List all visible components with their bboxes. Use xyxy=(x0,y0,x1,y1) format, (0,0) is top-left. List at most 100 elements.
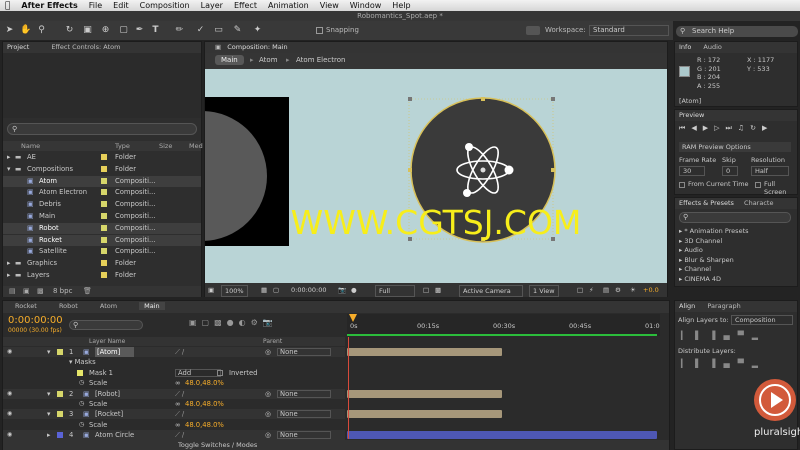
scale-value[interactable]: 48.0,48.0% xyxy=(185,378,224,388)
layer-label-color[interactable] xyxy=(57,349,63,355)
timeline-row-layer[interactable]: ◉ ▸ 4 ▣ Atom Circle ⟋ / ◎ None xyxy=(3,430,669,441)
mask-visibility-icon[interactable]: ▢ xyxy=(273,283,279,297)
effects-search-input[interactable]: ⚲ xyxy=(679,212,791,223)
timeline-search-input[interactable]: ⚲ xyxy=(69,320,143,330)
menu-window[interactable]: Window xyxy=(350,1,382,10)
parent-select[interactable]: None xyxy=(277,348,331,356)
effect-category-1[interactable]: ▸ 3D Channel xyxy=(679,237,797,247)
view-layout-select[interactable]: 1 View xyxy=(529,285,559,297)
constrain-proportions-icon[interactable]: ∞ xyxy=(175,399,181,409)
menu-composition[interactable]: Composition xyxy=(140,1,190,10)
workspace-toggle-icon[interactable] xyxy=(526,26,540,35)
work-area-bar[interactable] xyxy=(347,334,657,336)
disclosure-arrow-icon[interactable]: ▾ xyxy=(7,164,10,175)
audio-icon[interactable]: ♫ xyxy=(738,124,750,132)
lock-icon[interactable]: ▣ xyxy=(215,43,221,51)
mask-inverted-checkbox[interactable] xyxy=(217,369,223,376)
tab-character[interactable]: Characte xyxy=(744,199,773,207)
project-item-debris[interactable]: ▣ Debris Compositi... xyxy=(3,199,201,210)
col-parent[interactable]: Parent xyxy=(263,337,282,346)
label-color-swatch[interactable] xyxy=(101,213,107,219)
ram-preview-icon[interactable]: ▶ xyxy=(762,124,773,132)
timeline-row-prop[interactable]: ◷ Scale ∞ 48.0,48.0% xyxy=(3,399,669,409)
effect-category-2[interactable]: ▸ Audio xyxy=(679,246,797,256)
timeline-icon[interactable]: ▤ xyxy=(603,283,609,297)
layer-twirl-arrow-icon[interactable]: ▸ xyxy=(47,430,50,440)
layer-label-color[interactable] xyxy=(57,390,63,397)
stopwatch-icon[interactable]: ◷ xyxy=(79,399,84,409)
disclosure-arrow-icon[interactable]: ▸ xyxy=(7,258,10,269)
project-item-layers[interactable]: ▸ ▬ Layers Folder xyxy=(3,270,201,281)
project-item-main[interactable]: ▣ Main Compositi... xyxy=(3,211,201,222)
last-frame-icon[interactable]: ⏭ xyxy=(725,124,737,132)
exposure-icon[interactable]: ☀ xyxy=(630,283,636,297)
always-preview-icon[interactable]: ▣ xyxy=(208,283,214,297)
timeline-row-prop[interactable]: ◷ Scale ∞ 48.0,48.0% xyxy=(3,378,669,389)
label-color-swatch[interactable] xyxy=(101,201,107,208)
layer-name[interactable]: [Robot] xyxy=(95,389,120,399)
parent-pickwhip-icon[interactable]: ◎ xyxy=(265,389,271,399)
current-time-indicator[interactable] xyxy=(348,337,349,439)
stopwatch-icon[interactable]: ◷ xyxy=(79,378,84,388)
masks-group[interactable]: ▾ Masks xyxy=(69,357,96,367)
eraser-tool-icon[interactable]: ▭ xyxy=(213,25,224,36)
comp-flowchart-icon[interactable]: ⚙ xyxy=(615,283,621,297)
selection-tool-icon[interactable]: ➤ xyxy=(4,25,15,36)
project-item-graphics[interactable]: ▸ ▬ Graphics Folder xyxy=(3,258,201,269)
col-layer-name[interactable]: Layer Name xyxy=(89,337,125,346)
visibility-eye-icon[interactable]: ◉ xyxy=(7,347,12,357)
roto-tool-icon[interactable]: ✎ xyxy=(232,25,243,36)
clone-tool-icon[interactable]: ✓ xyxy=(195,25,206,36)
resolution-select[interactable]: Full xyxy=(375,285,415,297)
timeline-tab-main[interactable]: Main xyxy=(139,302,165,310)
effect-category-0[interactable]: ▸ * Animation Presets xyxy=(679,227,797,237)
pen-tool-icon[interactable]: ✒ xyxy=(134,25,145,36)
menu-layer[interactable]: Layer xyxy=(201,1,223,10)
project-item-atom-electron[interactable]: ▣ Atom Electron Compositi... xyxy=(3,187,201,198)
timeline-row-layer[interactable]: ◉ ▾ 3 ▣ [Rocket] ⟋ / ◎ None xyxy=(3,409,669,420)
col-name[interactable]: Name xyxy=(21,141,40,151)
fast-previews-icon[interactable]: ⚡ xyxy=(589,283,594,297)
layer-twirl-arrow-icon[interactable]: ▾ xyxy=(47,409,50,419)
interpret-footage-icon[interactable]: ▤ xyxy=(9,287,16,295)
tab-project[interactable]: Project xyxy=(7,43,29,51)
menu-file[interactable]: File xyxy=(89,1,102,10)
type-tool-icon[interactable]: T xyxy=(150,25,161,36)
label-color-swatch[interactable] xyxy=(101,248,107,255)
layer-switches[interactable]: ⟋ / xyxy=(175,389,184,399)
tab-align[interactable]: Align xyxy=(679,302,695,310)
scale-value[interactable]: 48.0,48.0% xyxy=(185,399,224,409)
layer-name[interactable]: Atom Circle xyxy=(95,430,134,440)
timeline-switch-icons[interactable]: ▣▢▩●◐⚙📷 xyxy=(189,318,278,327)
tab-composition-main[interactable]: Composition: Main xyxy=(227,43,287,51)
brush-tool-icon[interactable]: ✏ xyxy=(174,25,185,36)
camera-tool-icon[interactable]: ▣ xyxy=(82,25,93,36)
align-to-select[interactable]: Composition xyxy=(731,315,793,325)
constrain-proportions-icon[interactable]: ∞ xyxy=(175,420,181,430)
tab-effects-presets[interactable]: Effects & Presets xyxy=(679,199,734,207)
grid-icon[interactable]: ▦ xyxy=(261,283,267,297)
label-color-swatch[interactable] xyxy=(101,177,107,184)
project-item-robot[interactable]: ▣ Robot Compositi... xyxy=(3,222,201,234)
workspace-select[interactable]: Standard xyxy=(589,25,669,36)
stopwatch-icon[interactable]: ◷ xyxy=(79,420,84,430)
from-current-checkbox[interactable] xyxy=(679,182,685,188)
align-buttons[interactable]: ▎▌▐▄▀▂ xyxy=(681,331,766,340)
play-icon[interactable]: ▶ xyxy=(703,124,714,132)
timeline-row-layer[interactable]: ◉ ▾ 2 ▣ [Robot] ⟋ / ◎ None xyxy=(3,388,669,399)
timeline-tab-rocket[interactable]: Rocket xyxy=(15,302,37,310)
layer-name[interactable]: [Atom] xyxy=(95,347,135,357)
first-frame-icon[interactable]: ⏮ xyxy=(679,124,691,132)
project-item-compositions[interactable]: ▾ ▬ Compositions Folder xyxy=(3,164,201,175)
layer-switches[interactable]: ⟋ / xyxy=(175,409,184,419)
constrain-proportions-icon[interactable]: ∞ xyxy=(175,378,181,388)
label-color-swatch[interactable] xyxy=(101,236,107,243)
layer-duration-bar[interactable] xyxy=(347,431,657,440)
breadcrumb-atom[interactable]: Atom xyxy=(259,56,278,64)
layer-twirl-arrow-icon[interactable]: ▾ xyxy=(47,347,50,357)
project-search-input[interactable]: ⚲ xyxy=(7,123,197,135)
parent-pickwhip-icon[interactable]: ◎ xyxy=(265,430,271,440)
col-size[interactable]: Size xyxy=(159,141,172,151)
layer-twirl-arrow-icon[interactable]: ▾ xyxy=(47,389,50,399)
ram-preview-options-select[interactable]: RAM Preview Options xyxy=(679,142,791,152)
